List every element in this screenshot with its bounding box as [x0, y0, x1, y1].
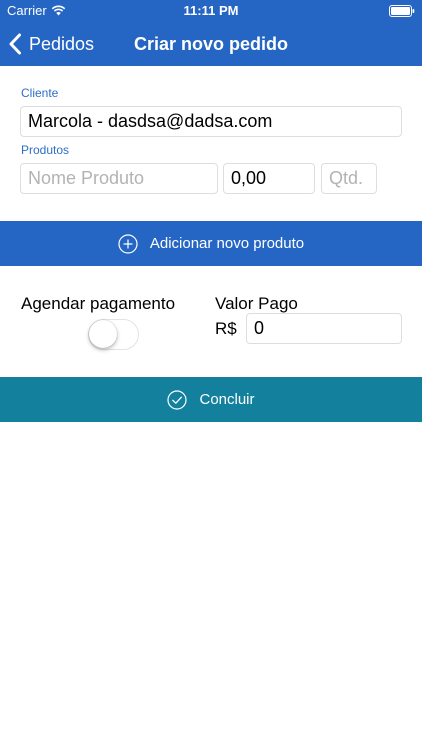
product-qty-field[interactable]	[321, 163, 377, 194]
products-label: Produtos	[21, 143, 70, 157]
finish-button[interactable]: Concluir	[0, 377, 422, 422]
page-title: Criar novo pedido	[133, 34, 288, 54]
add-product-button[interactable]: Adicionar novo produto	[0, 221, 422, 266]
toggle-knob	[89, 320, 117, 348]
nav-bar: Pedidos Criar novo pedido	[0, 22, 422, 66]
add-product-label: Adicionar novo produto	[149, 235, 305, 252]
product-price-field[interactable]	[223, 163, 315, 194]
battery-icon	[389, 5, 415, 17]
header: Carrier 11:11 PM Pedidos Criar novo pedi…	[0, 0, 422, 66]
paid-value-field[interactable]	[246, 313, 402, 344]
status-time: 11:11 PM	[183, 3, 239, 18]
screen: Carrier 11:11 PM Pedidos Criar novo pedi…	[0, 0, 422, 750]
currency-label: R$	[215, 319, 237, 338]
product-name-field[interactable]	[20, 163, 218, 194]
finish-label: Concluir	[199, 391, 255, 408]
plus-circle-icon	[118, 233, 138, 254]
status-bar: Carrier 11:11 PM	[0, 0, 422, 22]
client-label: Cliente	[21, 86, 59, 100]
paid-value-label: Valor Pago	[215, 294, 298, 313]
schedule-payment-label: Agendar pagamento	[21, 294, 176, 313]
schedule-payment-toggle[interactable]	[88, 319, 139, 350]
check-circle-icon	[167, 389, 188, 410]
client-field[interactable]	[20, 106, 402, 137]
